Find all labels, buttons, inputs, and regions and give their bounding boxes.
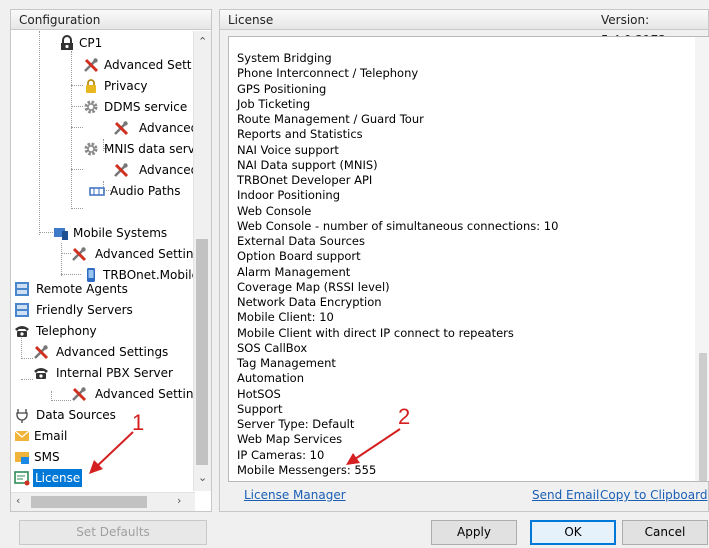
cog-icon — [84, 100, 98, 114]
tree-item-label: CP1 — [79, 36, 103, 50]
list-item: Mobile Client: 10 — [237, 310, 334, 325]
list-item: Tag Management — [237, 356, 336, 370]
set-defaults-button[interactable]: Set Defaults — [19, 520, 207, 545]
list-item: NAI Data support (MNIS) — [237, 157, 378, 172]
list-item: Mobile Client with direct IP connect to … — [237, 325, 514, 340]
list-item: Web Console - number of simultaneous con… — [237, 218, 559, 233]
scroll-left-icon[interactable]: ‹ — [16, 494, 20, 507]
cancel-button[interactable]: Cancel — [622, 520, 708, 545]
list-item: Reports and Statistics — [237, 127, 363, 142]
copy-to-clipboard-link[interactable]: Copy to Clipboard — [600, 488, 707, 502]
list-item: Indoor Positioning — [237, 188, 340, 203]
list-item: System Bridging — [237, 51, 332, 65]
configuration-header: Configuration — [11, 10, 211, 30]
configuration-panel: Configuration CP1 Advanced Sett Privacy … — [10, 9, 212, 512]
list-item: Web Console — [237, 203, 312, 218]
tree-item-label: Advanced — [139, 121, 199, 135]
mobile-systems-icon — [54, 228, 68, 240]
ok-button[interactable]: OK — [530, 520, 616, 545]
lock-icon — [86, 79, 96, 93]
tools-icon — [34, 345, 49, 360]
tree-item-label: Advanced — [139, 163, 199, 177]
envelope-icon — [14, 430, 30, 441]
list-item: Coverage Map (RSSI level) — [237, 279, 390, 294]
tree-item-label: Email — [34, 429, 68, 443]
tree-item-label: Privacy — [104, 79, 148, 93]
tree-item-label: Internal PBX Server — [56, 366, 173, 380]
annotation-arrow-1 — [89, 431, 134, 474]
tools-icon — [72, 387, 87, 402]
tree-vertical-scrollbar[interactable]: ⌃ ⌄ — [193, 31, 211, 491]
tree-item-label: Mobile Systems — [73, 226, 168, 240]
scroll-up-icon[interactable]: ⌃ — [198, 35, 207, 48]
apply-button[interactable]: Apply — [431, 520, 517, 545]
server-icon — [15, 303, 29, 317]
audio-paths-icon — [89, 187, 105, 196]
list-item: SOS CallBox — [237, 340, 308, 355]
tree-item-label: Audio Paths — [110, 184, 181, 198]
tree-item-label: Advanced Settings — [95, 387, 204, 401]
annotation-arrow-2 — [346, 428, 401, 465]
features-scroll-thumb[interactable] — [699, 353, 707, 481]
tools-icon — [114, 121, 129, 136]
list-item: Option Board support — [237, 249, 361, 264]
tree-item-label: Remote Agents — [36, 282, 128, 296]
list-item: GPS Positioning — [237, 81, 327, 96]
tree-item-label: DDMS service — [104, 100, 188, 114]
tree-item-label: Advanced Settings — [56, 345, 169, 359]
list-item: TRBOnet Developer API — [237, 173, 373, 187]
list-item: NAI Voice support — [237, 142, 339, 157]
tree-item-label: SMS — [34, 450, 60, 464]
site-icon — [61, 35, 73, 50]
sms-icon — [15, 452, 29, 464]
license-title: License — [228, 13, 274, 27]
license-header: License Version: 5.4.0.2173 — [220, 10, 708, 47]
send-email-link[interactable]: Send Email — [532, 488, 599, 502]
list-item: HotSOS — [237, 386, 281, 401]
tree-item-label: MNIS data serv — [104, 142, 195, 156]
tools-icon — [72, 247, 87, 262]
license-icon — [14, 471, 30, 486]
list-item: Automation — [237, 371, 304, 386]
tree-item-label: License — [33, 469, 83, 487]
server-icon — [15, 282, 29, 296]
list-item: Route Management / Guard Tour — [237, 112, 424, 126]
tree-item-label: Advanced Sett — [104, 58, 192, 72]
tree-item-label: Telephony — [36, 324, 97, 338]
list-item: Job Ticketing — [237, 96, 311, 111]
tree-horizontal-scrollbar[interactable]: ‹ › — [11, 492, 195, 511]
cog-icon — [84, 142, 98, 156]
license-features-list[interactable]: System Bridging Phone Interconnect / Tel… — [228, 36, 709, 482]
scroll-right-icon[interactable]: › — [177, 494, 181, 507]
telephone-icon — [34, 368, 48, 379]
list-item: Network Data Encryption — [237, 295, 382, 309]
tree-item-label: Advanced Settings — [95, 247, 204, 261]
list-item: Alarm Management — [237, 264, 351, 279]
list-item: Phone Interconnect / Telephony — [237, 66, 419, 81]
scroll-down-icon[interactable]: ⌄ — [198, 471, 207, 484]
tools-icon — [114, 163, 129, 178]
list-item: External Data Sources — [237, 234, 365, 248]
license-panel: License Version: 5.4.0.2173 System Bridg… — [219, 9, 709, 512]
tree-horizontal-scroll-thumb[interactable] — [31, 496, 147, 508]
license-manager-link[interactable]: License Manager — [244, 488, 346, 502]
features-scrollbar[interactable] — [695, 37, 709, 481]
tools-icon — [84, 58, 99, 73]
plug-icon — [16, 409, 28, 423]
telephone-icon — [15, 326, 29, 337]
tree-item-label: Friendly Servers — [36, 303, 133, 317]
tree-vertical-scroll-thumb[interactable] — [196, 239, 208, 465]
